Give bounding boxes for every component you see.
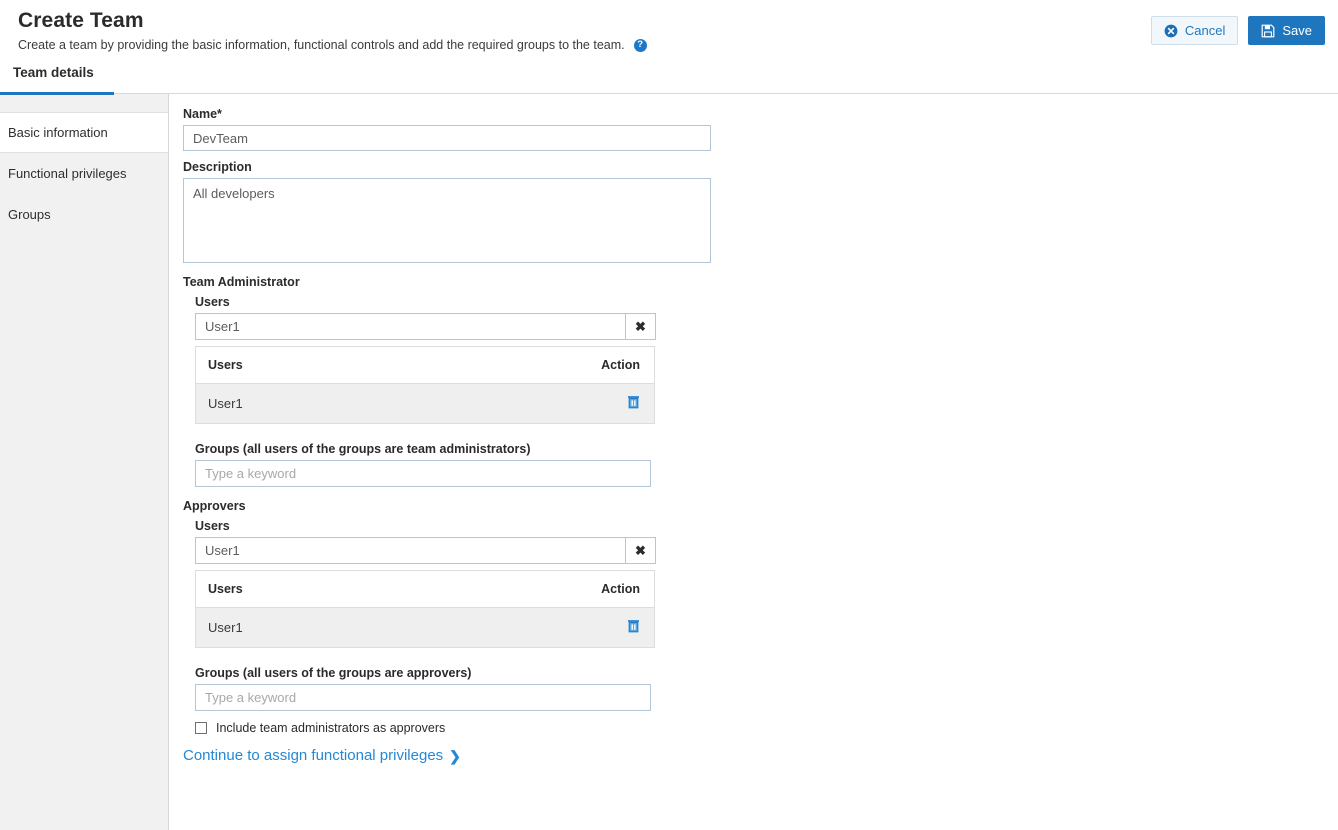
sidebar-item-functional-privileges[interactable]: Functional privileges [0, 153, 168, 194]
team-admin-groups-label: Groups (all users of the groups are team… [195, 442, 531, 456]
main-content: Name* DevTeam Description All developers… [169, 94, 1338, 830]
sidebar: Basic information Functional privileges … [0, 94, 169, 830]
body-wrapper: Basic information Functional privileges … [0, 94, 1338, 830]
column-header-action: Action [413, 570, 655, 608]
column-header-users: Users [195, 346, 414, 384]
table-header-row: Users Action [195, 570, 655, 608]
column-header-users: Users [195, 570, 414, 608]
sidebar-item-label: Functional privileges [8, 166, 127, 181]
description-label: Description [183, 160, 252, 174]
chevron-right-icon: ❯ [449, 747, 461, 764]
description-value: All developers [193, 186, 275, 201]
include-admins-label: Include team administrators as approvers [216, 721, 446, 735]
table-row: User1 [195, 607, 655, 648]
continue-link-label: Continue to assign functional privileges [183, 747, 444, 764]
sidebar-item-groups[interactable]: Groups [0, 194, 168, 235]
help-circle-icon[interactable]: ? [633, 38, 647, 52]
name-input[interactable]: DevTeam [183, 125, 711, 151]
page-subtitle-row: Create a team by providing the basic inf… [18, 37, 1338, 53]
cell-user: User1 [195, 383, 414, 424]
trash-icon[interactable] [627, 619, 640, 633]
sidebar-item-label: Groups [8, 207, 51, 222]
approvers-users-table: Users Action User1 [195, 570, 655, 648]
cancel-button[interactable]: Cancel [1150, 16, 1239, 45]
continue-to-functional-privileges-link[interactable]: Continue to assign functional privileges… [183, 747, 461, 764]
sidebar-item-basic-information[interactable]: Basic information [0, 112, 168, 153]
page-title: Create Team [18, 9, 144, 32]
approvers-groups-input[interactable]: Type a keyword [195, 684, 651, 711]
team-admin-users-input[interactable]: User1 [195, 313, 625, 340]
approvers-users-input[interactable]: User1 [195, 537, 625, 564]
team-admin-groups-input[interactable]: Type a keyword [195, 460, 651, 487]
team-admin-users-label: Users [195, 295, 230, 309]
save-button[interactable]: Save [1248, 16, 1325, 45]
trash-icon[interactable] [627, 395, 640, 409]
approvers-section-label: Approvers [183, 499, 246, 513]
column-header-action: Action [413, 346, 655, 384]
cancel-circle-icon [1164, 24, 1178, 38]
team-admin-groups-placeholder: Type a keyword [205, 466, 297, 481]
clear-x-icon[interactable]: ✖ [625, 313, 656, 340]
name-input-value: DevTeam [193, 130, 248, 146]
table-row: User1 [195, 383, 655, 424]
tab-team-details[interactable]: Team details [0, 62, 114, 95]
save-button-label: Save [1282, 23, 1312, 38]
page-header: Create Team Create a team by providing t… [0, 0, 1338, 62]
cell-user: User1 [195, 607, 414, 648]
approvers-groups-label: Groups (all users of the groups are appr… [195, 666, 472, 680]
include-admins-checkbox[interactable] [195, 722, 207, 734]
clear-x-icon[interactable]: ✖ [625, 537, 656, 564]
description-textarea[interactable]: All developers [183, 178, 711, 263]
cell-action [413, 383, 655, 424]
team-admin-users-table: Users Action User1 [195, 346, 655, 424]
cell-action [413, 607, 655, 648]
table-header-row: Users Action [195, 346, 655, 384]
page-subtitle: Create a team by providing the basic inf… [18, 38, 625, 52]
approvers-groups-placeholder: Type a keyword [205, 690, 297, 705]
include-admins-checkbox-row[interactable]: Include team administrators as approvers [195, 721, 1338, 735]
tab-bar: Team details [0, 62, 1338, 95]
sidebar-item-label: Basic information [8, 125, 108, 140]
approvers-users-combo: User1 ✖ [195, 537, 656, 564]
cancel-button-label: Cancel [1184, 23, 1226, 38]
team-admin-users-combo: User1 ✖ [195, 313, 656, 340]
approvers-users-label: Users [195, 519, 230, 533]
floppy-disk-icon [1261, 24, 1275, 38]
approvers-users-value: User1 [205, 543, 240, 558]
header-actions: Cancel Save [1150, 16, 1325, 45]
team-admin-users-value: User1 [205, 319, 240, 334]
team-administrator-section-label: Team Administrator [183, 275, 300, 289]
tab-label: Team details [13, 65, 94, 80]
name-label: Name* [183, 107, 222, 121]
